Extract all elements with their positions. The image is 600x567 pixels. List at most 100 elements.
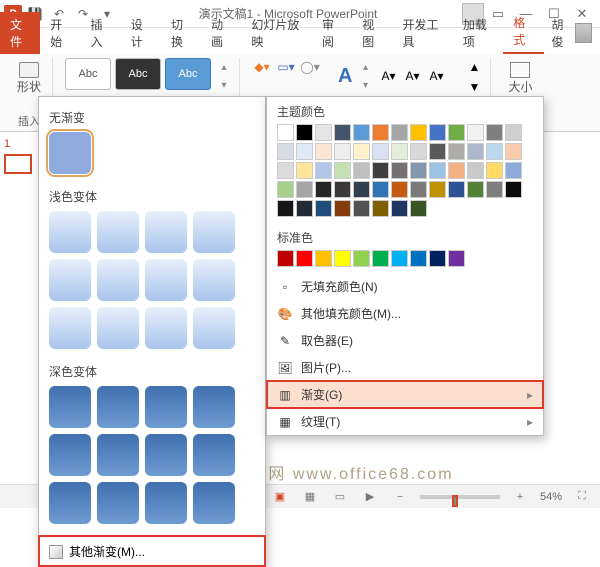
tab-insert[interactable]: 插入 [80,12,120,54]
theme-color-swatch[interactable] [467,162,484,179]
tab-file[interactable]: 文件 [0,12,40,54]
theme-color-swatch[interactable] [429,143,446,160]
shape-effects-button[interactable]: ◯▾ [300,58,320,76]
standard-color-swatch[interactable] [391,250,408,267]
gradient-dark-swatch[interactable] [145,482,187,524]
gradient-light-swatch[interactable] [49,259,91,301]
no-fill-item[interactable]: ▫ 无填充颜色(N) [267,273,543,300]
zoom-thumb[interactable] [452,495,458,507]
theme-color-swatch[interactable] [277,181,294,198]
gradient-submenu-item[interactable]: ▥ 渐变(G) ▸ [267,381,543,408]
size-button[interactable]: 大小 [503,58,537,98]
gradient-light-swatch[interactable] [193,259,235,301]
text-effects-button[interactable]: A▾ [426,67,446,85]
theme-color-swatch[interactable] [391,162,408,179]
more-fill-colors-item[interactable]: 🎨 其他填充颜色(M)... [267,300,543,327]
gradient-dark-swatch[interactable] [193,386,235,428]
gradient-light-swatch[interactable] [49,211,91,253]
reading-view-button[interactable]: ▭ [330,489,350,505]
standard-color-swatch[interactable] [410,250,427,267]
theme-color-swatch[interactable] [448,124,465,141]
standard-color-swatch[interactable] [372,250,389,267]
tab-view[interactable]: 视图 [352,12,392,54]
fit-window-button[interactable]: ⛶ [572,489,592,505]
gradient-dark-swatch[interactable] [193,482,235,524]
theme-color-swatch[interactable] [334,181,351,198]
theme-color-swatch[interactable] [334,124,351,141]
gradient-dark-swatch[interactable] [97,386,139,428]
sorter-view-button[interactable]: ▦ [300,489,320,505]
gradient-dark-swatch[interactable] [145,434,187,476]
zoom-slider[interactable] [420,495,500,499]
tab-developer[interactable]: 开发工具 [392,12,452,54]
theme-color-swatch[interactable] [372,124,389,141]
theme-color-swatch[interactable] [353,200,370,217]
style-preset-1[interactable]: Abc [65,58,111,90]
theme-color-swatch[interactable] [315,200,332,217]
standard-color-swatch[interactable] [277,250,294,267]
zoom-in-button[interactable]: + [510,489,530,505]
more-gradients-item[interactable]: 其他渐变(M)... [39,536,265,566]
standard-color-swatch[interactable] [315,250,332,267]
theme-color-swatch[interactable] [277,124,294,141]
standard-color-swatch[interactable] [296,250,313,267]
gradient-light-swatch[interactable] [145,211,187,253]
gradient-dark-swatch[interactable] [49,434,91,476]
theme-color-swatch[interactable] [334,143,351,160]
theme-color-swatch[interactable] [315,162,332,179]
style-preset-2[interactable]: Abc [115,58,161,90]
style-scroll-down[interactable]: ▾ [215,76,233,94]
tab-design[interactable]: 设计 [121,12,161,54]
send-backward-button[interactable]: ▼ [464,78,484,96]
wordart-quick-style[interactable]: A [338,65,352,88]
gradient-light-swatch[interactable] [145,259,187,301]
theme-color-swatch[interactable] [467,143,484,160]
theme-color-swatch[interactable] [505,181,522,198]
theme-color-swatch[interactable] [334,162,351,179]
theme-color-swatch[interactable] [448,181,465,198]
bring-forward-button[interactable]: ▲ [464,58,484,76]
theme-color-swatch[interactable] [391,181,408,198]
tab-home[interactable]: 开始 [40,12,80,54]
theme-color-swatch[interactable] [467,124,484,141]
wordart-up[interactable]: ▴ [356,58,374,76]
style-preset-3[interactable]: Abc [165,58,211,90]
theme-color-swatch[interactable] [353,124,370,141]
gradient-light-swatch[interactable] [193,211,235,253]
theme-color-swatch[interactable] [429,181,446,198]
gradient-light-swatch[interactable] [193,307,235,349]
gradient-light-swatch[interactable] [49,307,91,349]
theme-color-swatch[interactable] [372,162,389,179]
theme-color-swatch[interactable] [334,200,351,217]
eyedropper-item[interactable]: ✎ 取色器(E) [267,327,543,354]
tab-review[interactable]: 审阅 [312,12,352,54]
theme-color-swatch[interactable] [296,181,313,198]
slide-thumbnail-pane[interactable]: 1 [0,132,40,484]
theme-color-swatch[interactable] [372,181,389,198]
standard-color-swatch[interactable] [429,250,446,267]
gradient-dark-swatch[interactable] [49,386,91,428]
style-scroll-up[interactable]: ▴ [215,58,233,76]
theme-color-swatch[interactable] [391,124,408,141]
text-fill-button[interactable]: A▾ [378,67,398,85]
tab-animation[interactable]: 动画 [201,12,241,54]
theme-color-swatch[interactable] [505,124,522,141]
theme-color-swatch[interactable] [277,143,294,160]
theme-color-swatch[interactable] [277,200,294,217]
theme-color-swatch[interactable] [353,143,370,160]
theme-color-swatch[interactable] [353,162,370,179]
gradient-dark-swatch[interactable] [145,386,187,428]
theme-color-swatch[interactable] [410,162,427,179]
theme-color-swatch[interactable] [296,143,313,160]
gradient-light-swatch[interactable] [145,307,187,349]
standard-color-swatch[interactable] [448,250,465,267]
gradient-dark-swatch[interactable] [49,482,91,524]
tab-format[interactable]: 格式 [503,10,543,54]
slide-thumbnail-1[interactable] [4,154,32,174]
theme-color-swatch[interactable] [448,143,465,160]
standard-color-swatch[interactable] [334,250,351,267]
theme-color-swatch[interactable] [296,162,313,179]
theme-color-swatch[interactable] [372,143,389,160]
gradient-light-swatch[interactable] [97,259,139,301]
theme-color-swatch[interactable] [486,143,503,160]
